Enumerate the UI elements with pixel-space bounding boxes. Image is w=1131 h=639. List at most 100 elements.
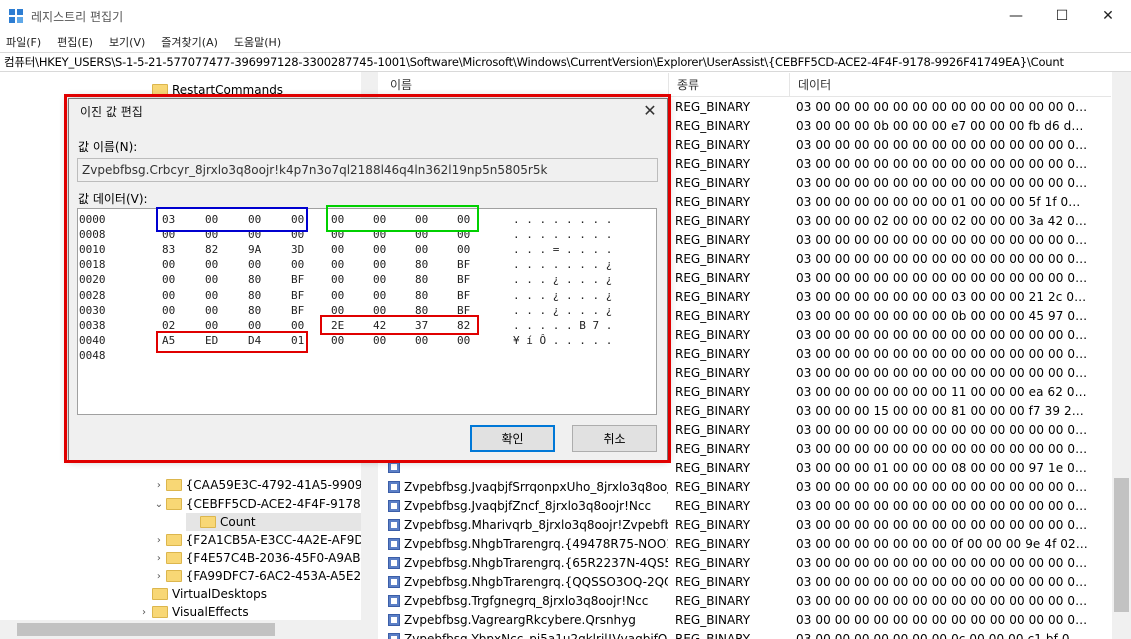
value-data-cell: 03 00 00 00 01 00 00 00 08 00 00 00 97 1… [796, 461, 1088, 475]
value-data-cell: 03 00 00 00 00 00 00 00 00 00 00 00 00 0… [796, 138, 1088, 152]
maximize-button[interactable]: ☐ [1039, 0, 1085, 32]
tree-item-label: {F4E57C4B-2036-45F0-A9AB-443BCFE33D9F} [185, 551, 376, 565]
tree-item-label: {FA99DFC7-6AC2-453A-A5E2-5E2AFF4507BD} [185, 569, 376, 583]
value-type-cell: REG_BINARY [675, 328, 751, 342]
value-type-cell: REG_BINARY [675, 290, 751, 304]
value-type-cell: REG_BINARY [675, 404, 751, 418]
menu-favorites[interactable]: 즐겨찾기(A) [161, 34, 218, 50]
value-name-cell: Zvpebfbsg.JvaqbjfZncf_8jrxlo3q8oojr!Ncc [388, 499, 668, 513]
value-data-cell: 03 00 00 00 00 00 00 00 00 00 00 00 00 0… [796, 328, 1088, 342]
value-name-cell: Zvpebfbsg.YbpxNcc_pj5a1u2gklrjl!VvaqbjfQ… [388, 632, 668, 639]
expand-chevron-icon[interactable]: › [138, 607, 150, 618]
folder-icon [165, 534, 182, 546]
expand-chevron-icon[interactable]: › [154, 571, 164, 582]
value-row[interactable]: Zvpebfbsg.YbpxNcc_pj5a1u2gklrjl!VvaqbjfQ… [382, 630, 1111, 639]
list-scroll-thumb[interactable] [1114, 478, 1129, 612]
value-data-cell: 03 00 00 00 00 00 00 00 00 00 00 00 00 0… [796, 556, 1088, 570]
binary-value-icon [388, 519, 400, 531]
value-data-cell: 03 00 00 00 00 00 00 00 00 00 00 00 00 0… [796, 347, 1088, 361]
value-row[interactable]: Zvpebfbsg.Trgfgnegrq_8jrxlo3q8oojr!Ncc RE… [382, 592, 1111, 611]
column-header-type[interactable]: 종류 [669, 73, 790, 97]
tree-item[interactable]: › {F2A1CB5A-E3CC-4A2E-AF9D-505A7009D442} [154, 531, 376, 549]
tree-item-label: {CAA59E3C-4792-41A5-9909-6A6A8D32490E} [185, 478, 376, 492]
value-type-cell: REG_BINARY [675, 385, 751, 399]
menu-file[interactable]: 파일(F) [6, 34, 41, 50]
value-data-cell: 03 00 00 00 00 00 00 00 11 00 00 00 ea 6… [796, 385, 1088, 399]
tree-item-label: VisualEffects [172, 605, 249, 619]
tree-item[interactable]: VirtualDesktops [138, 585, 376, 603]
value-row[interactable]: Zvpebfbsg.JvaqbjfZncf_8jrxlo3q8oojr!Ncc R… [382, 497, 1111, 516]
value-data-cell: 03 00 00 00 00 00 00 00 00 00 00 00 00 0… [796, 575, 1088, 589]
value-data-cell: 03 00 00 00 00 00 00 00 00 00 00 00 00 0… [796, 252, 1088, 266]
value-row[interactable]: Zvpebfbsg.JvaqbjfSrrqonpxUho_8jrxlo3q8oo… [382, 478, 1111, 497]
value-type-cell: REG_BINARY [675, 119, 751, 133]
value-type-cell: REG_BINARY [675, 233, 751, 247]
timestamp-low-highlight-box [156, 331, 308, 353]
value-type-cell: REG_BINARY [675, 214, 751, 228]
value-row[interactable]: Zvpebfbsg.VagreargRkcybere.Qrsnhyg REG_BI… [382, 611, 1111, 630]
menu-view[interactable]: 보기(V) [109, 34, 145, 50]
value-row[interactable]: Zvpebfbsg.Mharivqrb_8jrxlo3q8oojr!Zvpebf… [382, 516, 1111, 535]
tree-item[interactable]: › {F4E57C4B-2036-45F0-A9AB-443BCFE33D9F} [154, 549, 376, 567]
value-row[interactable]: Zvpebfbsg.NhgbTrarengrq.{49478R75-NOO1-.… [382, 535, 1111, 554]
value-data-cell: 03 00 00 00 00 00 00 00 00 00 00 00 00 0… [796, 594, 1088, 608]
folder-icon [165, 552, 182, 564]
binary-value-icon [388, 595, 400, 607]
value-data-cell: 03 00 00 00 00 00 00 00 00 00 00 00 00 0… [796, 442, 1088, 456]
value-row[interactable]: Zvpebfbsg.NhgbTrarengrq.{65R2237N-4QS5-8… [382, 554, 1111, 573]
value-name-cell: Zvpebfbsg.NhgbTrarengrq.{QQSSO3OQ-2QQ9..… [388, 575, 668, 589]
menu-edit[interactable]: 편집(E) [57, 34, 93, 50]
value-data-cell: 03 00 00 00 00 00 00 00 00 00 00 00 00 0… [796, 613, 1088, 627]
value-type-cell: REG_BINARY [675, 100, 751, 114]
value-type-cell: REG_BINARY [675, 613, 751, 627]
value-type-cell: REG_BINARY [675, 461, 751, 475]
value-data-cell: 03 00 00 00 15 00 00 00 81 00 00 00 f7 3… [796, 404, 1088, 418]
tree-item[interactable]: › VisualEffects [138, 603, 376, 620]
folder-icon [165, 498, 182, 510]
value-name-text: Zvpebfbsg.NhgbTrarengrq.{65R2237N-4QS5-8… [404, 556, 668, 570]
value-data-cell: 03 00 00 00 00 00 00 00 00 00 00 00 00 0… [796, 176, 1088, 190]
value-row[interactable]: Zvpebfbsg.NhgbTrarengrq.{QQSSO3OQ-2QQ9..… [382, 573, 1111, 592]
dialog-highlight-box [64, 94, 671, 463]
tree-item-label: {CEBFF5CD-ACE2-4F4F-9178-9926F41749EA} [185, 497, 376, 511]
tree-scroll-thumb[interactable] [17, 623, 275, 636]
value-data-cell: 03 00 00 00 02 00 00 00 02 00 00 00 3a 4… [796, 214, 1088, 228]
value-type-cell: REG_BINARY [675, 176, 751, 190]
value-type-cell: REG_BINARY [675, 157, 751, 171]
timestamp-high-highlight-box [320, 315, 479, 335]
first-dword-highlight-box [156, 207, 308, 232]
value-type-cell: REG_BINARY [675, 252, 751, 266]
address-bar[interactable]: 컴퓨터\HKEY_USERS\S-1-5-21-577077477-396997… [0, 52, 1131, 72]
column-header-data[interactable]: 데이터 [790, 73, 1111, 97]
value-type-cell: REG_BINARY [675, 537, 751, 551]
value-data-cell: 03 00 00 00 00 00 00 00 00 00 00 00 00 0… [796, 366, 1088, 380]
expand-chevron-icon[interactable]: › [154, 480, 164, 491]
value-type-cell: REG_BINARY [675, 138, 751, 152]
expand-chevron-icon[interactable]: › [154, 535, 164, 546]
value-name-text: Zvpebfbsg.Mharivqrb_8jrxlo3q8oojr!Zvpebf… [404, 518, 668, 532]
window-title: 레지스트리 편집기 [31, 10, 124, 24]
value-data-cell: 03 00 00 00 00 00 00 00 0c 00 00 00 c1 b… [796, 632, 1088, 639]
tree-item[interactable]: › {CAA59E3C-4792-41A5-9909-6A6A8D32490E} [154, 476, 376, 494]
menu-bar: 파일(F) 편집(E) 보기(V) 즐겨찾기(A) 도움말(H) [0, 32, 1131, 52]
value-name-cell: Zvpebfbsg.Trgfgnegrq_8jrxlo3q8oojr!Ncc [388, 594, 668, 608]
value-data-cell: 03 00 00 00 00 00 00 00 00 00 00 00 00 0… [796, 157, 1088, 171]
minimize-button[interactable]: — [993, 0, 1039, 32]
value-data-cell: 03 00 00 00 00 00 00 00 00 00 00 00 00 0… [796, 499, 1088, 513]
title-bar [0, 0, 1131, 32]
value-type-cell: REG_BINARY [675, 632, 751, 639]
close-button[interactable]: ✕ [1085, 0, 1131, 32]
value-type-cell: REG_BINARY [675, 442, 751, 456]
binary-value-icon [388, 557, 400, 569]
value-type-cell: REG_BINARY [675, 423, 751, 437]
tree-item-selected[interactable]: Count [186, 513, 376, 531]
value-data-cell: 03 00 00 00 00 00 00 00 00 00 00 00 00 0… [796, 423, 1088, 437]
value-type-cell: REG_BINARY [675, 347, 751, 361]
folder-icon [165, 479, 182, 491]
expand-chevron-icon[interactable]: › [154, 553, 164, 564]
menu-help[interactable]: 도움말(H) [234, 34, 281, 50]
value-data-cell: 03 00 00 00 00 00 00 00 00 00 00 00 00 0… [796, 518, 1088, 532]
tree-item[interactable]: ⌄ {CEBFF5CD-ACE2-4F4F-9178-9926F41749EA} [154, 495, 376, 513]
expand-chevron-icon[interactable]: ⌄ [154, 499, 164, 510]
tree-item[interactable]: › {FA99DFC7-6AC2-453A-A5E2-5E2AFF4507BD} [154, 567, 376, 585]
